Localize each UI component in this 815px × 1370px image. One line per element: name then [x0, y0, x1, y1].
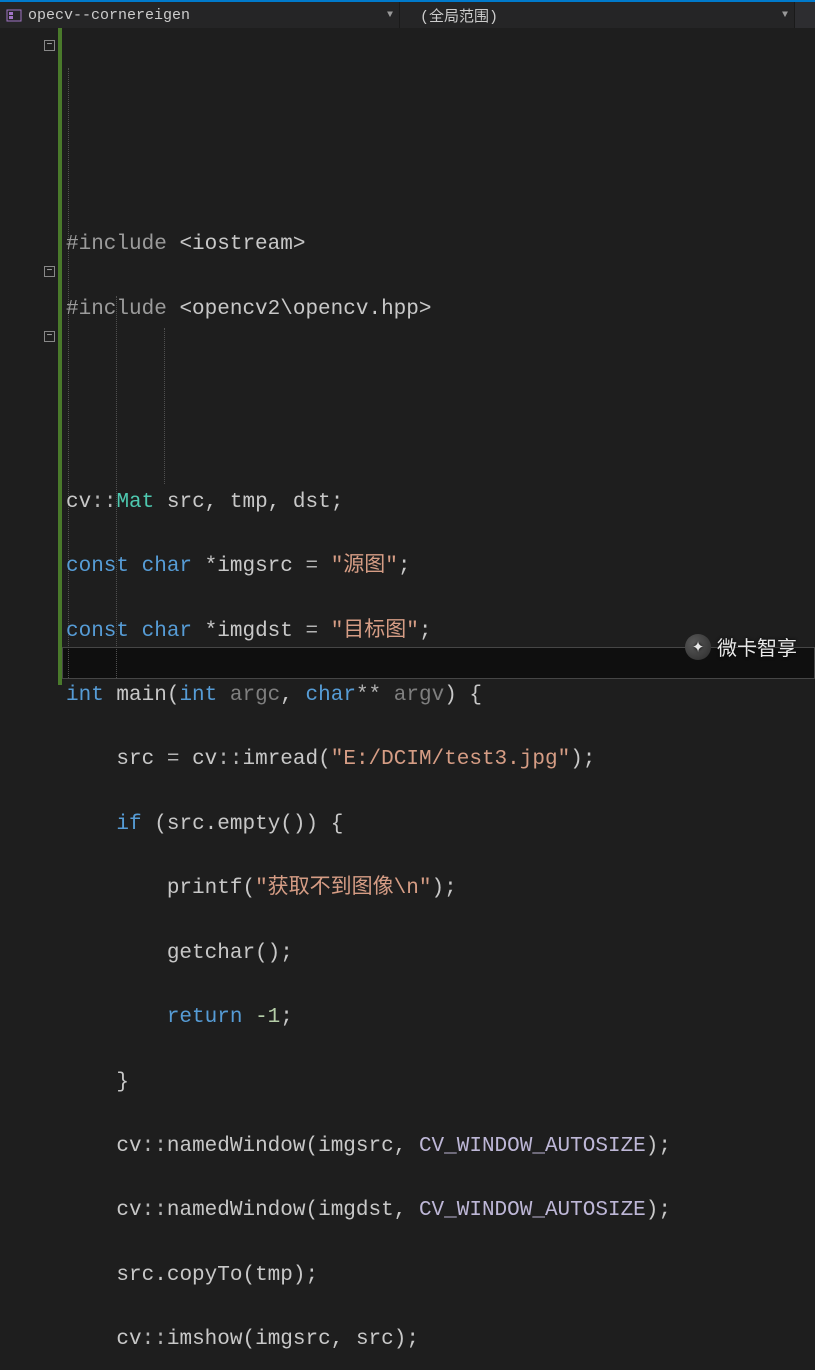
parameter: argv	[394, 684, 444, 707]
identifier: src	[116, 748, 154, 771]
watermark: ✦ 微卡智享	[685, 632, 797, 661]
namespace: cv	[66, 491, 91, 514]
method-call: copyTo	[167, 1264, 243, 1287]
identifier: src	[116, 1264, 154, 1287]
code-area[interactable]: #include <iostream> #include <opencv2\op…	[62, 28, 815, 685]
string-literal: "目标图"	[331, 620, 419, 643]
macro: CV_WINDOW_AUTOSIZE	[419, 1135, 646, 1158]
dropdown-icon: ▼	[387, 10, 393, 21]
namespace: cv	[116, 1135, 141, 1158]
identifier: src	[167, 813, 205, 836]
identifier: *imgsrc	[205, 555, 293, 578]
project-icon	[6, 7, 22, 23]
preprocessor: #include	[66, 298, 167, 321]
function-name: main	[116, 684, 166, 707]
watermark-text: 微卡智享	[717, 632, 797, 661]
function-call: namedWindow	[167, 1199, 306, 1222]
keyword: const	[66, 620, 129, 643]
identifiers: src, tmp, dst	[167, 491, 331, 514]
function-call: getchar	[167, 942, 255, 965]
keyword: char	[142, 620, 192, 643]
header-name: <iostream>	[179, 233, 305, 256]
parameter: argc	[230, 684, 280, 707]
keyword: return	[167, 1006, 243, 1029]
fold-toggle[interactable]: −	[44, 266, 55, 277]
fold-toggle[interactable]: −	[44, 331, 55, 342]
number-literal: -1	[255, 1006, 280, 1029]
document-selector[interactable]: opecv--cornereigen ▼	[0, 2, 400, 28]
preprocessor: #include	[66, 233, 167, 256]
wechat-icon: ✦	[685, 634, 711, 660]
namespace: cv	[116, 1199, 141, 1222]
dropdown-icon: ▼	[782, 10, 788, 21]
keyword: char	[306, 684, 356, 707]
keyword: int	[179, 684, 217, 707]
keyword: int	[66, 684, 104, 707]
identifier: imgsrc	[318, 1135, 394, 1158]
identifier: tmp	[255, 1264, 293, 1287]
method-call: empty	[217, 813, 280, 836]
type: Mat	[116, 491, 154, 514]
function-call: imread	[243, 748, 319, 771]
scope-label: (全局范围)	[420, 5, 498, 26]
string-literal: "E:/DCIM/test3.jpg"	[331, 748, 570, 771]
keyword: char	[142, 555, 192, 578]
navigation-bar: opecv--cornereigen ▼ (全局范围) ▼	[0, 0, 815, 28]
identifier: imgdst	[318, 1199, 394, 1222]
function-call: imshow	[167, 1328, 243, 1351]
string-literal: "源图"	[331, 555, 398, 578]
fold-toggle[interactable]: −	[44, 40, 55, 51]
document-name: opecv--cornereigen	[28, 7, 190, 24]
function-call: printf	[167, 877, 243, 900]
macro: CV_WINDOW_AUTOSIZE	[419, 1199, 646, 1222]
code-editor[interactable]: − − − #include <iostream> #include <open…	[0, 28, 815, 685]
identifier: src	[356, 1328, 394, 1351]
keyword: if	[116, 813, 141, 836]
string-literal: "获取不到图像\n"	[255, 877, 431, 900]
namespace: cv	[116, 1328, 141, 1351]
gutter: − − −	[0, 28, 62, 685]
namespace: cv	[192, 748, 217, 771]
header-name: <opencv2\opencv.hpp>	[179, 298, 431, 321]
identifier: imgsrc	[255, 1328, 331, 1351]
identifier: *imgdst	[205, 620, 293, 643]
function-call: namedWindow	[167, 1135, 306, 1158]
scope-selector[interactable]: (全局范围) ▼	[400, 2, 795, 28]
keyword: const	[66, 555, 129, 578]
